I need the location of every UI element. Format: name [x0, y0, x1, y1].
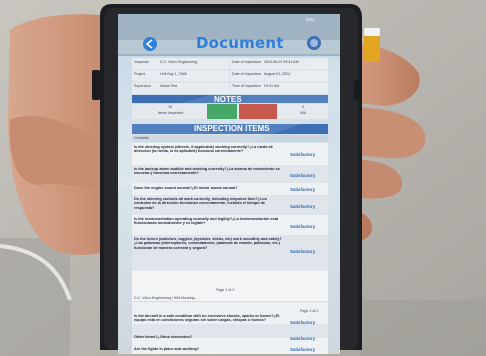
inspection-question: Is the backup alarm audible and working …: [134, 167, 280, 176]
inspection-answer[interactable]: Satisfactory: [290, 347, 315, 352]
user-icon[interactable]: [307, 36, 321, 50]
field-value-supervisor: Name Test: [160, 84, 178, 88]
field-value-date: 2024-08-01 09:41 AM: [264, 60, 299, 64]
inspection-answer[interactable]: Satisfactory: [290, 152, 315, 157]
field-label-project: Project: [134, 72, 146, 76]
notes-heading: NOTES: [214, 95, 242, 104]
inspection-answer[interactable]: Satisfactory: [290, 187, 315, 192]
inspection-answer[interactable]: Satisfactory: [290, 224, 315, 229]
inspection-answer[interactable]: Satisfactory: [290, 249, 315, 254]
footer-right: Page 1 of 2: [300, 309, 319, 313]
photo-scene: [0, 0, 486, 356]
field-value-project: Unit Bay 1, 7848: [160, 72, 187, 76]
inspection-question: Do the steering controls all work correc…: [134, 197, 267, 210]
inspection-answer[interactable]: Satisfactory: [290, 336, 315, 341]
inspection-question: Does the engine sound normal?¿El motor s…: [134, 186, 238, 190]
inspection-question: Other items?¿Otros elementos?: [134, 335, 193, 339]
inspection-question: Is the steering system (wheels, if appli…: [134, 145, 273, 154]
field-label-supervisor: Supervisor: [134, 84, 152, 88]
field-label-time: Time of Inspection: [232, 84, 262, 88]
back-button[interactable]: [143, 37, 157, 51]
field-label-date: Date of Inspection: [232, 60, 261, 64]
field-value-time: 09:41 AM: [264, 84, 280, 88]
field-value-date-2: August 01, 2024: [264, 72, 291, 76]
inspection-heading: INSPECTION ITEMS: [194, 124, 270, 133]
inspection-question: Do the levers (switches, toggles, joysti…: [134, 237, 282, 250]
notes-label-right: N/A: [300, 111, 306, 115]
inspection-answer[interactable]: Satisfactory: [290, 173, 315, 178]
page-title: Document: [196, 34, 284, 52]
field-label-date-2: Date of Inspection: [232, 72, 261, 76]
page-label: Page 1 of 2: [216, 288, 235, 292]
battery-level: 85%: [306, 17, 315, 22]
footer-left: D.C. Volvo Engineering / 999 Mocking ...: [134, 296, 199, 300]
inspection-question: Are the lights in place and working?: [134, 347, 200, 351]
notes-count-left: 15: [168, 105, 172, 109]
field-label-inspector: Inspector: [134, 60, 149, 64]
notes-count-right: 0: [302, 105, 304, 109]
inspection-question: Is the instrumentation operating normall…: [134, 217, 279, 226]
inspection-answer[interactable]: Satisfactory: [290, 204, 315, 209]
inspection-section: Checklist: [134, 136, 149, 140]
field-value-inspector: D.C. Volvo Engineering: [160, 60, 198, 64]
notes-label-left: Items Inspected: [158, 111, 184, 115]
inspection-answer[interactable]: Satisfactory: [290, 320, 315, 325]
inspection-question: Is the aircraft in a safe condition with…: [134, 314, 280, 323]
